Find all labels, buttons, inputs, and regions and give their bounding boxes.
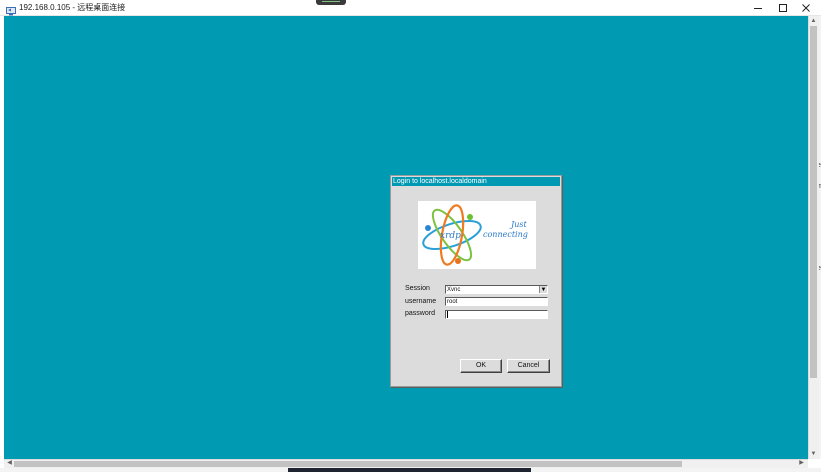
login-dialog: Login to localhost.localdomain xrdp Just… — [390, 175, 562, 387]
close-button[interactable] — [795, 0, 817, 15]
scroll-right-arrow-icon[interactable]: ▶ — [797, 459, 806, 468]
username-value: root — [447, 299, 458, 305]
vertical-scroll-thumb[interactable] — [810, 26, 817, 378]
username-label: username — [405, 298, 437, 305]
logo-tagline-line2: connecting — [483, 230, 528, 239]
logo-tagline-line1: Just — [511, 220, 527, 229]
taskbar-fragment — [288, 468, 531, 472]
remote-desktop-window: 192.168.0.105 - 远程桌面连接 e m e / ▲ ▼ ◀ — [0, 0, 821, 472]
text-cursor — [447, 311, 448, 318]
session-label: Session — [405, 285, 430, 292]
title-bar[interactable]: 192.168.0.105 - 远程桌面连接 — [0, 0, 821, 16]
horizontal-scroll-thumb[interactable] — [14, 461, 682, 467]
window-title: 192.168.0.105 - 远程桌面连接 — [19, 3, 126, 12]
password-label: password — [405, 310, 435, 317]
username-input[interactable]: root — [445, 297, 548, 306]
session-select[interactable]: Xvnc ▼ — [445, 285, 548, 294]
scroll-left-arrow-icon[interactable]: ◀ — [5, 459, 14, 468]
close-icon — [802, 3, 810, 12]
scroll-down-arrow-icon[interactable]: ▼ — [809, 450, 818, 459]
connection-bar-indicator — [322, 1, 340, 2]
minimize-icon — [754, 7, 762, 9]
password-input[interactable] — [445, 310, 548, 319]
minimize-button[interactable] — [747, 0, 769, 15]
chevron-down-icon[interactable]: ▼ — [539, 286, 547, 293]
xrdp-logo: xrdp Just connecting — [418, 201, 536, 269]
remote-desktop-icon — [6, 3, 16, 16]
maximize-icon — [779, 3, 787, 12]
scroll-up-arrow-icon[interactable]: ▲ — [809, 17, 818, 26]
login-dialog-title[interactable]: Login to localhost.localdomain — [392, 177, 560, 186]
logo-brand-text: xrdp — [440, 231, 461, 241]
session-selected-value: Xvnc — [447, 287, 461, 293]
maximize-button[interactable] — [772, 0, 794, 15]
ok-button[interactable]: OK — [460, 359, 502, 373]
cancel-button[interactable]: Cancel — [507, 359, 550, 373]
